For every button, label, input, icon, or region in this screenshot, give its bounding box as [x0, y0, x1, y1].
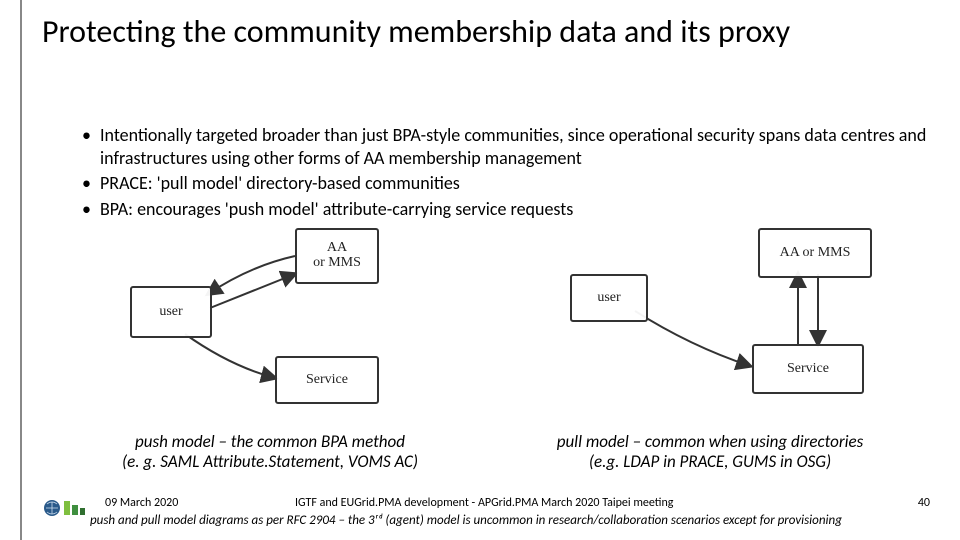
- push-service-box: Service: [275, 356, 379, 404]
- pull-caption: pull model – common when using directori…: [520, 432, 900, 473]
- vertical-divider: [20, 0, 22, 540]
- footer: 09 March 2020 IGTF and EUGrid.PMA develo…: [0, 492, 960, 540]
- footer-page-number: 40: [918, 496, 930, 510]
- bullet-item: PRACE: 'pull model' directory-based comm…: [82, 172, 960, 195]
- pull-user-box: user: [570, 274, 648, 322]
- push-model-diagram: user AA or MMS Service: [100, 216, 440, 406]
- slide-title: Protecting the community membership data…: [42, 14, 922, 49]
- footer-center: IGTF and EUGrid.PMA development - APGrid…: [295, 496, 673, 510]
- push-caption-line2: (e. g. SAML Attribute.Statement, VOMS AC…: [122, 451, 418, 472]
- pull-service-box: Service: [752, 344, 864, 394]
- bullet-list: Intentionally targeted broader than just…: [42, 124, 960, 223]
- pull-caption-line1: pull model – common when using directori…: [557, 431, 864, 452]
- footer-note: push and pull model diagrams as per RFC …: [90, 513, 842, 528]
- push-user-box: user: [130, 286, 212, 338]
- pull-aa-box: AA or MMS: [758, 228, 872, 278]
- footer-logos: [42, 498, 86, 518]
- push-aa-box: AA or MMS: [295, 228, 379, 284]
- pull-caption-line2: (e.g. LDAP in PRACE, GUMS in OSG): [589, 451, 831, 472]
- push-caption: push model – the common BPA method (e. g…: [80, 432, 460, 473]
- pull-model-diagram: user AA or MMS Service: [540, 216, 900, 406]
- push-caption-line1: push model – the common BPA method: [135, 431, 405, 452]
- footer-date: 09 March 2020: [105, 496, 178, 510]
- diagram-area: user AA or MMS Service user AA or MMS Se…: [40, 216, 940, 416]
- bullet-item: Intentionally targeted broader than just…: [82, 124, 960, 169]
